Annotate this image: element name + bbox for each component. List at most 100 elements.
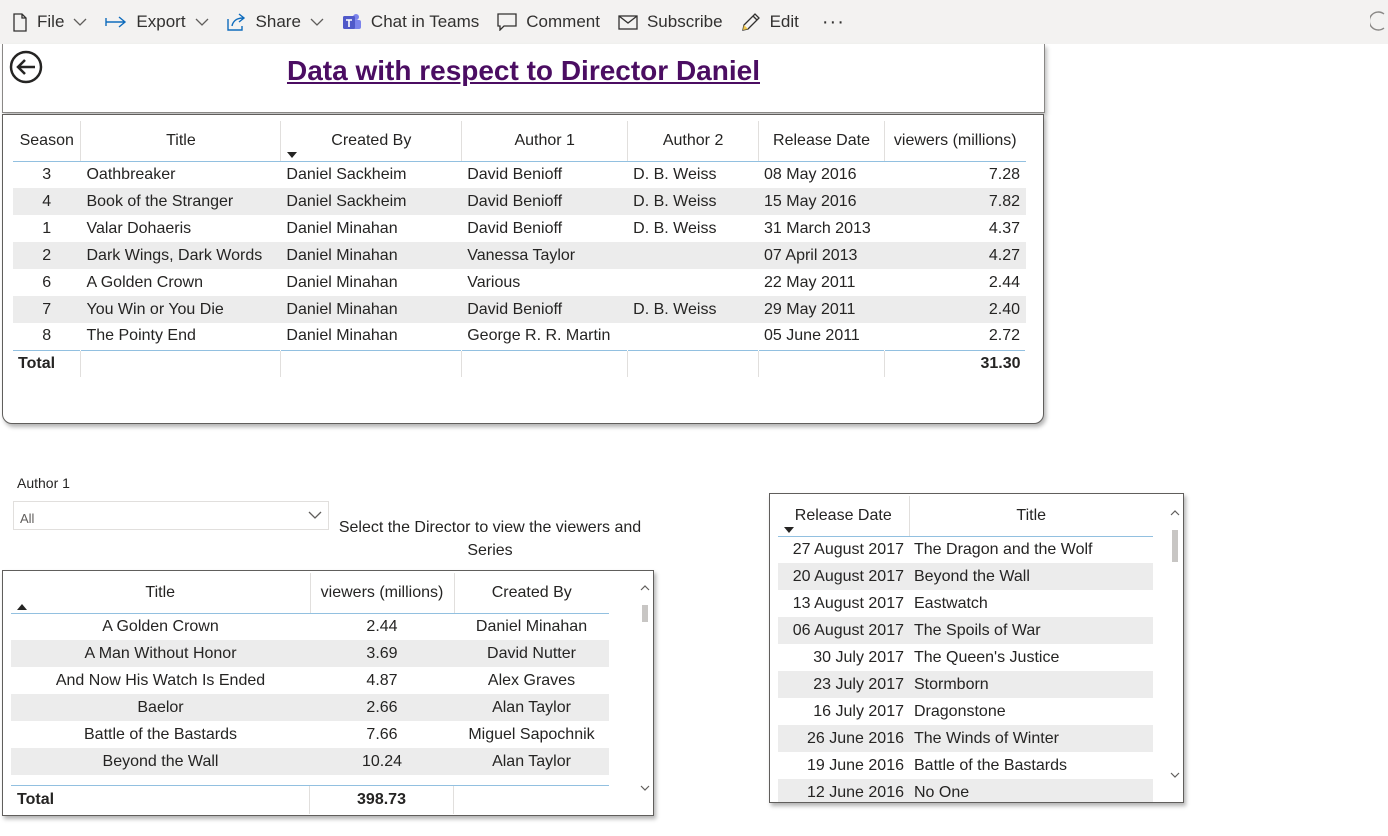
- chevron-down-icon: [73, 18, 87, 26]
- column-header-viewers[interactable]: viewers (millions): [310, 573, 455, 614]
- title-cell: The Dragon and the Wolf: [914, 540, 1093, 558]
- column-header-title[interactable]: Title: [11, 573, 311, 614]
- release-date-cell: 30 July 2017: [813, 648, 904, 666]
- vertical-scrollbar[interactable]: [1170, 508, 1180, 784]
- title-cell: Book of the Stranger: [80, 188, 281, 215]
- file-menu[interactable]: File: [0, 0, 96, 44]
- table-row[interactable]: 7 You Win or You Die Daniel Minahan David B…: [13, 296, 1026, 323]
- title-viewers-table-card: Title viewers (millions) Created By A Go…: [2, 570, 654, 816]
- table-row[interactable]: 06 August 2017 The Spoils of War: [778, 617, 1153, 644]
- table-row[interactable]: 26 June 2016 The Winds of Winter: [778, 725, 1153, 752]
- table-row[interactable]: 3 Oathbreaker Daniel Sackheim David Benioff…: [13, 161, 1026, 188]
- author-2-cell: D. B. Weiss: [633, 165, 717, 183]
- more-options-button[interactable]: ···: [808, 0, 859, 44]
- release-date-cell: 23 July 2017: [778, 671, 909, 698]
- table-row[interactable]: 6 A Golden Crown Daniel Minahan Various 22 M…: [13, 269, 1026, 296]
- column-header-author-1[interactable]: Author 1: [461, 121, 629, 162]
- vertical-scrollbar[interactable]: [640, 583, 650, 791]
- table-row[interactable]: 30 July 2017 The Queen's Justice: [778, 644, 1153, 671]
- column-header-season[interactable]: Season: [13, 121, 82, 162]
- scroll-down-icon[interactable]: [1170, 770, 1180, 780]
- column-header-created-by[interactable]: Created By: [454, 573, 609, 614]
- author-1-cell: Vanessa Taylor: [461, 242, 628, 269]
- title-cell: Valar Dohaeris: [86, 219, 192, 237]
- share-label: Share: [255, 12, 301, 31]
- scroll-up-icon[interactable]: [640, 583, 650, 593]
- created-by-cell: David Nutter: [454, 640, 609, 667]
- column-header-viewers[interactable]: viewers (millions): [884, 121, 1026, 162]
- chevron-down-icon: [310, 18, 324, 26]
- table-row[interactable]: 13 August 2017 Eastwatch: [778, 590, 1153, 617]
- table-row[interactable]: A Man Without Honor 3.69 David Nutter: [11, 640, 609, 667]
- release-date-table-card: Release Date Title 27 August 2017 The Dra…: [769, 493, 1184, 803]
- share-menu[interactable]: Share: [218, 0, 333, 44]
- author-slicer-label: Author 1: [17, 475, 70, 491]
- table-row[interactable]: 2 Dark Wings, Dark Words Daniel Minahan Van…: [13, 242, 1026, 269]
- chat-in-teams-button[interactable]: Chat in Teams: [333, 0, 488, 44]
- table-row[interactable]: 4 Book of the Stranger Daniel Sackheim Davi…: [13, 188, 1026, 215]
- scroll-down-icon[interactable]: [640, 783, 650, 793]
- scroll-up-icon[interactable]: [1170, 508, 1180, 518]
- created-by-cell: Alan Taylor: [454, 694, 609, 721]
- sort-descending-icon: [784, 526, 794, 533]
- title-viewers-table: Title viewers (millions) Created By A Go…: [11, 573, 609, 775]
- comment-button[interactable]: Comment: [488, 0, 609, 44]
- column-header-release-date[interactable]: Release Date: [758, 121, 885, 162]
- export-icon: [105, 16, 127, 28]
- author-2-cell: [628, 323, 759, 350]
- export-menu[interactable]: Export: [96, 0, 217, 44]
- table-row[interactable]: 8 The Pointy End Daniel Minahan George R. R…: [13, 323, 1026, 350]
- column-header-title[interactable]: Title: [80, 121, 282, 162]
- column-header-title[interactable]: Title: [909, 496, 1153, 537]
- viewers-cell: 2.44: [366, 617, 398, 635]
- table-row[interactable]: A Golden Crown 2.44 Daniel Minahan: [11, 613, 609, 640]
- author-1-cell: Various: [467, 273, 521, 291]
- column-header-author-2[interactable]: Author 2: [627, 121, 760, 162]
- column-header-release-date[interactable]: Release Date: [778, 496, 910, 537]
- table-row[interactable]: 27 August 2017 The Dragon and the Wolf: [778, 536, 1153, 563]
- author-1-cell: David Benioff: [461, 188, 628, 215]
- title-cell: And Now His Watch Is Ended: [55, 671, 266, 689]
- viewers-cell: 4.37: [988, 219, 1020, 237]
- edit-button[interactable]: Edit: [732, 0, 808, 44]
- table-row[interactable]: And Now His Watch Is Ended 4.87 Alex Grave…: [11, 667, 609, 694]
- export-label: Export: [136, 12, 186, 31]
- subscribe-button[interactable]: Subscribe: [609, 0, 732, 44]
- title-cell: A Man Without Honor: [11, 640, 310, 667]
- table-row[interactable]: 20 August 2017 Beyond the Wall: [778, 563, 1153, 590]
- table-row[interactable]: 1 Valar Dohaeris Daniel Minahan David Benio…: [13, 215, 1026, 242]
- table-row[interactable]: Beyond the Wall 10.24 Alan Taylor: [11, 748, 609, 775]
- viewers-cell: 7.66: [366, 725, 398, 743]
- scrollbar-thumb[interactable]: [1172, 530, 1178, 562]
- refresh-icon[interactable]: [1370, 10, 1386, 32]
- table-row[interactable]: 16 July 2017 Dragonstone: [778, 698, 1153, 725]
- viewers-cell: 2.40: [884, 296, 1026, 323]
- column-header-created-by[interactable]: Created By: [280, 121, 463, 162]
- table-row[interactable]: 23 July 2017 Stormborn: [778, 671, 1153, 698]
- header-card: Data with respect to Director Daniel: [2, 44, 1045, 113]
- director-table-card: Season Title Created By Author 1 Author …: [2, 114, 1044, 424]
- edit-label: Edit: [769, 12, 799, 31]
- table-row[interactable]: 12 June 2016 No One: [778, 779, 1153, 802]
- title-cell: Dark Wings, Dark Words: [80, 242, 281, 269]
- release-date-cell: 05 June 2011: [764, 327, 860, 345]
- author-slicer-dropdown[interactable]: All: [13, 501, 329, 530]
- teams-label: Chat in Teams: [370, 12, 480, 31]
- author-1-cell: David Benioff: [467, 165, 563, 183]
- page-title[interactable]: Data with respect to Director Daniel: [3, 55, 1044, 87]
- title-cell: A Golden Crown: [102, 617, 219, 635]
- release-date-cell: 20 August 2017: [778, 563, 909, 590]
- release-date-cell: 06 August 2017: [778, 617, 909, 644]
- chevron-down-icon: [308, 511, 322, 519]
- sort-ascending-icon: [17, 603, 27, 610]
- table-row[interactable]: Baelor 2.66 Alan Taylor: [11, 694, 609, 721]
- viewers-cell: 4.87: [366, 671, 398, 689]
- table-row[interactable]: Battle of the Bastards 7.66 Miguel Sapochn…: [11, 721, 609, 748]
- table-row[interactable]: 19 June 2016 Battle of the Bastards: [778, 752, 1153, 779]
- release-date-cell: 08 May 2016: [764, 165, 857, 183]
- scrollbar-thumb[interactable]: [642, 605, 648, 622]
- season-cell: 8: [42, 327, 52, 345]
- total-viewers: 398.73: [310, 786, 454, 814]
- release-date-cell: 29 May 2011: [758, 296, 885, 323]
- viewers-cell: 2.66: [310, 694, 454, 721]
